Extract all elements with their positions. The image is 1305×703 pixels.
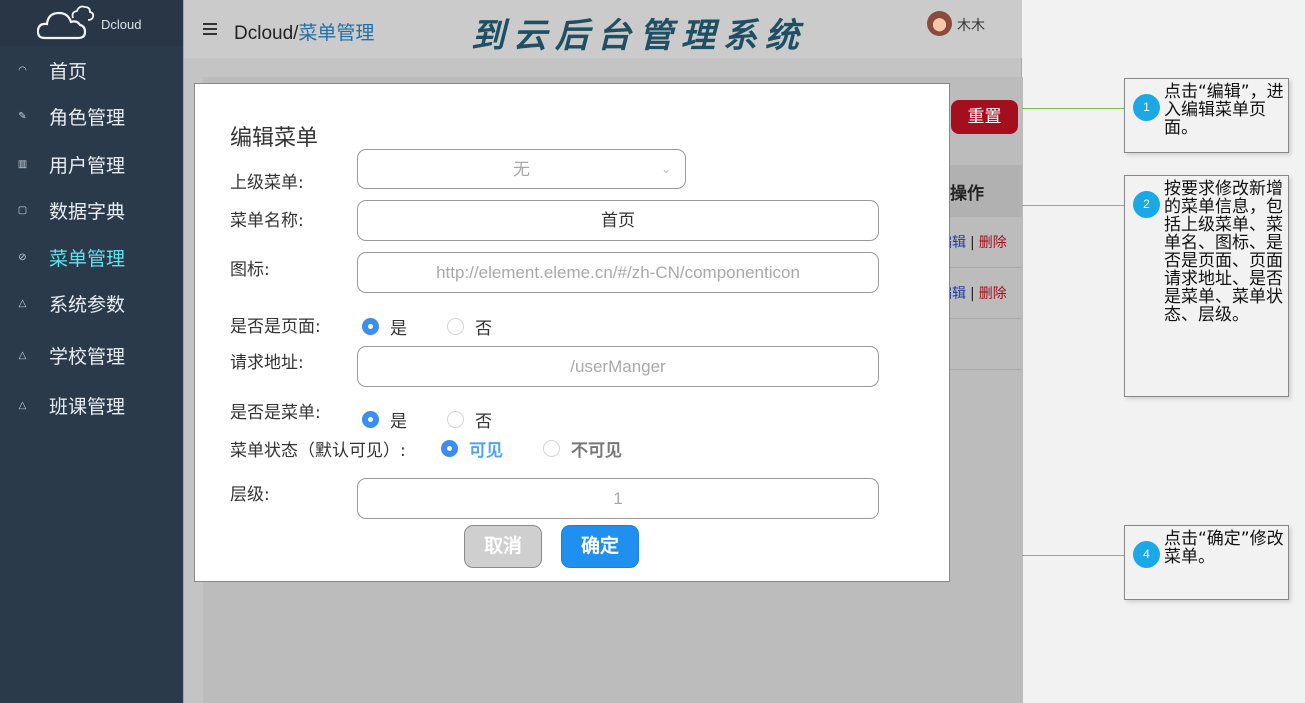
leader-line bbox=[1022, 205, 1125, 206]
is-page-no-radio[interactable]: 否 bbox=[447, 314, 492, 339]
table-row: 编辑 | 删除 bbox=[938, 268, 1022, 319]
leader-line bbox=[1022, 555, 1125, 556]
reset-button[interactable]: 重置 bbox=[951, 100, 1018, 134]
sidebar-item-classes[interactable]: △ 班课管理 bbox=[0, 385, 183, 425]
sidebar-item-home[interactable]: ◠ 首页 bbox=[0, 50, 183, 90]
menu-name-label: 菜单名称: bbox=[230, 211, 304, 231]
annotation-callout: 1 点击“编辑”，进入编辑菜单页面。 bbox=[1124, 78, 1289, 153]
request-url-input[interactable]: /userManger bbox=[357, 346, 879, 387]
is-menu-label: 是否是菜单: bbox=[230, 403, 321, 423]
separator: | bbox=[970, 235, 975, 251]
sidebar-item-menus[interactable]: ⊘ 菜单管理 bbox=[0, 237, 183, 277]
annotation-text: 点击“确定”修改菜单。 bbox=[1164, 529, 1284, 567]
sidebar-item-params[interactable]: △ 系统参数 bbox=[0, 283, 183, 323]
is-menu-yes-radio[interactable]: 是 bbox=[362, 407, 407, 432]
sidebar-item-label: 数据字典 bbox=[49, 200, 126, 223]
breadcrumb: Dcloud/菜单管理 bbox=[234, 18, 374, 45]
sidebar-item-label: 系统参数 bbox=[49, 293, 126, 316]
is-page-yes-radio[interactable]: 是 bbox=[362, 314, 407, 339]
cloud-logo-icon bbox=[37, 5, 95, 40]
radio-label: 是 bbox=[390, 412, 407, 432]
annotation-text: 点击“编辑”，进入编辑菜单页面。 bbox=[1164, 82, 1284, 138]
system-title: 到云后台管理系统 bbox=[471, 16, 807, 56]
user-name[interactable]: 木木 bbox=[957, 15, 985, 35]
sidebar-item-dictionary[interactable]: ▢ 数据字典 bbox=[0, 190, 183, 230]
annotation-callout: 4 点击“确定”修改菜单。 bbox=[1124, 525, 1289, 600]
triangle-icon: △ bbox=[18, 399, 27, 411]
sidebar: Dcloud ◠ 首页 ✎ 角色管理 ▥ 用户管理 ▢ 数据字典 ⊘ 菜单管理 … bbox=[0, 0, 183, 703]
step-badge: 1 bbox=[1133, 94, 1160, 121]
logo-text: Dcloud bbox=[101, 17, 142, 32]
level-label: 层级: bbox=[230, 485, 270, 505]
separator: | bbox=[970, 286, 975, 302]
sidebar-item-label: 学校管理 bbox=[49, 345, 126, 368]
request-url-label: 请求地址: bbox=[230, 353, 304, 373]
is-page-radio-group: 是 否 bbox=[362, 314, 492, 339]
menu-toggle-icon[interactable] bbox=[203, 23, 217, 35]
radio-label: 否 bbox=[475, 319, 492, 339]
annotation-text: 按要求修改新增的菜单信息，包括上级菜单、菜单名、图标、是否是页面、页面请求地址、… bbox=[1164, 179, 1283, 325]
radio-label: 不可见 bbox=[571, 441, 622, 461]
table-icon: ▥ bbox=[17, 158, 28, 170]
dialog-title: 编辑菜单 bbox=[230, 126, 319, 151]
leader-line bbox=[1022, 108, 1125, 109]
ops-column-header: 操作 bbox=[950, 184, 984, 204]
confirm-button[interactable]: 确定 bbox=[561, 525, 639, 568]
step-badge: 4 bbox=[1133, 541, 1160, 568]
table-row bbox=[950, 319, 1022, 370]
radio-label: 可见 bbox=[469, 441, 503, 461]
menu-status-label: 菜单状态（默认可见）: bbox=[230, 441, 406, 461]
edit-icon: ✎ bbox=[18, 110, 27, 122]
is-menu-radio-group: 是 否 bbox=[362, 407, 492, 432]
is-menu-no-radio[interactable]: 否 bbox=[447, 407, 492, 432]
square-icon: ▢ bbox=[17, 204, 28, 216]
radio-checked-icon bbox=[362, 411, 379, 428]
sidebar-item-roles[interactable]: ✎ 角色管理 bbox=[0, 96, 183, 136]
top-bar: Dcloud/菜单管理 到云后台管理系统 木木 bbox=[184, 0, 1022, 58]
delete-link[interactable]: 删除 bbox=[979, 235, 1007, 251]
parent-menu-label: 上级菜单: bbox=[230, 173, 304, 193]
icon-input[interactable]: http://element.eleme.cn/#/zh-CN/componen… bbox=[357, 252, 879, 293]
radio-checked-icon bbox=[362, 318, 379, 335]
triangle-icon: △ bbox=[18, 349, 27, 361]
sidebar-item-label: 角色管理 bbox=[49, 106, 126, 129]
sidebar-item-label: 菜单管理 bbox=[49, 247, 126, 270]
delete-link[interactable]: 删除 bbox=[979, 286, 1007, 302]
logo-area: Dcloud bbox=[0, 0, 183, 46]
parent-menu-select[interactable]: 无 ⌄ bbox=[357, 149, 686, 189]
sidebar-item-label: 首页 bbox=[49, 60, 88, 83]
radio-label: 是 bbox=[390, 319, 407, 339]
edit-menu-dialog: 编辑菜单 上级菜单: 无 ⌄ 菜单名称: 首页 图标: http://eleme… bbox=[194, 83, 950, 582]
status-hidden-radio[interactable]: 不可见 bbox=[543, 436, 622, 461]
breadcrumb-root[interactable]: Dcloud/ bbox=[234, 23, 298, 44]
step-badge: 2 bbox=[1133, 191, 1160, 218]
menu-status-radio-group: 可见 不可见 bbox=[441, 436, 622, 461]
compass-icon: ⊘ bbox=[18, 251, 27, 263]
sidebar-item-schools[interactable]: △ 学校管理 bbox=[0, 335, 183, 375]
radio-checked-icon bbox=[441, 440, 458, 457]
cancel-button[interactable]: 取消 bbox=[464, 525, 542, 568]
chevron-down-icon: ⌄ bbox=[660, 162, 671, 176]
icon-label: 图标: bbox=[230, 260, 270, 280]
sidebar-item-users[interactable]: ▥ 用户管理 bbox=[0, 144, 183, 184]
radio-unchecked-icon bbox=[447, 318, 464, 335]
avatar[interactable] bbox=[927, 11, 952, 36]
radio-label: 否 bbox=[475, 412, 492, 432]
sidebar-item-label: 班课管理 bbox=[49, 395, 126, 418]
breadcrumb-current: 菜单管理 bbox=[298, 23, 375, 44]
annotation-callout: 2 按要求修改新增的菜单信息，包括上级菜单、菜单名、图标、是否是页面、页面请求地… bbox=[1124, 175, 1289, 397]
level-input[interactable]: 1 bbox=[357, 478, 879, 519]
home-icon: ◠ bbox=[18, 64, 27, 76]
radio-unchecked-icon bbox=[447, 411, 464, 428]
table-row: 编辑 | 删除 bbox=[938, 217, 1022, 268]
menu-name-input[interactable]: 首页 bbox=[357, 200, 879, 241]
triangle-icon: △ bbox=[18, 297, 27, 309]
parent-menu-value: 无 bbox=[513, 160, 530, 179]
sidebar-item-label: 用户管理 bbox=[49, 154, 126, 177]
is-page-label: 是否是页面: bbox=[230, 317, 321, 337]
table-header: 操作 bbox=[950, 165, 1022, 217]
radio-unchecked-icon bbox=[543, 440, 560, 457]
status-visible-radio[interactable]: 可见 bbox=[441, 436, 503, 461]
